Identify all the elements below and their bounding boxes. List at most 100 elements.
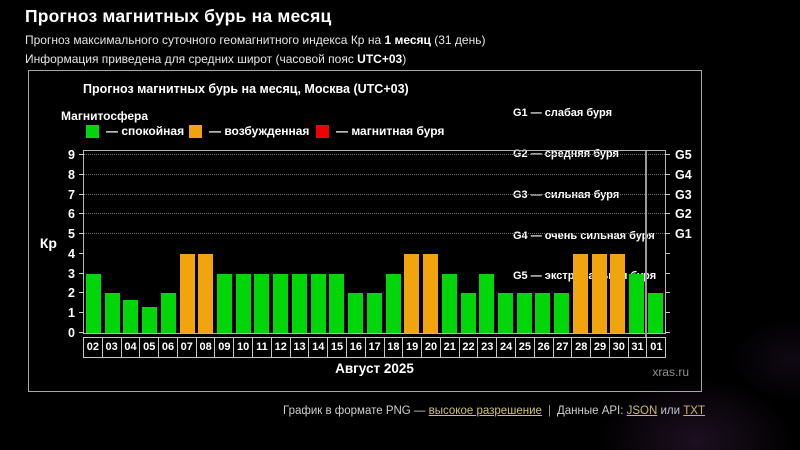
bar-slot — [384, 151, 403, 333]
y-tick — [665, 312, 670, 313]
kp-bar-day-09 — [217, 274, 232, 333]
bar-slot — [271, 151, 290, 333]
y-tick-label: 5 — [68, 227, 75, 241]
legend-item-quiet: — спокойная — [86, 124, 184, 138]
kp-bar-day-15 — [329, 274, 344, 333]
subtitle2-bold: UTC+03 — [357, 52, 402, 66]
kp-bar-day-29 — [592, 254, 607, 333]
day-label-04: 04 — [121, 337, 141, 358]
high-resolution-link[interactable]: высокое разрешение — [429, 405, 542, 417]
day-label-27: 27 — [553, 337, 573, 358]
y-tick — [665, 233, 670, 234]
bar-slot — [421, 151, 440, 333]
day-label-10: 10 — [233, 337, 253, 358]
bar-slot — [496, 151, 515, 333]
bar-slot — [402, 151, 421, 333]
footer-or-text: или — [657, 405, 683, 417]
day-label-15: 15 — [327, 337, 347, 358]
page-subtitle-forecast: Прогноз максимального суточного геомагни… — [25, 33, 485, 47]
y-tick — [79, 154, 84, 155]
g-scale-label: G2 — [675, 207, 692, 221]
kp-bar-day-04 — [123, 300, 138, 333]
subtitle1-bold: 1 месяц — [384, 33, 430, 47]
forecast-chart: Прогноз магнитных бурь на месяц, Москва … — [28, 70, 702, 392]
subtitle1-suffix: (31 день) — [431, 33, 486, 47]
y-tick — [665, 194, 670, 195]
kp-bar-day-22 — [461, 293, 476, 333]
quiet-swatch-icon — [86, 125, 99, 138]
y-tick — [665, 253, 670, 254]
bar-slot — [346, 151, 365, 333]
y-tick-label: 1 — [68, 306, 75, 320]
day-label-21: 21 — [440, 337, 460, 358]
y-tick — [79, 174, 84, 175]
kp-bar-day-24 — [498, 293, 513, 333]
y-tick — [665, 273, 670, 274]
storm-swatch-icon — [316, 125, 329, 138]
day-label-17: 17 — [365, 337, 385, 358]
day-label-19: 19 — [402, 337, 422, 358]
day-label-12: 12 — [271, 337, 291, 358]
bar-slot — [627, 151, 646, 333]
excited-swatch-icon — [189, 125, 202, 138]
legend-item-storm: — магнитная буря — [316, 124, 444, 138]
y-tick — [79, 332, 84, 333]
subtitle2-suffix: ) — [402, 52, 406, 66]
bar-slot — [609, 151, 628, 333]
kp-bar-day-13 — [292, 274, 307, 333]
day-label-30: 30 — [609, 337, 629, 358]
y-tick-label: 0 — [68, 326, 75, 340]
legend-item-excited: — возбужденная — [189, 124, 309, 138]
day-label-06: 06 — [158, 337, 178, 358]
bar-slot — [440, 151, 459, 333]
page-title: Прогноз магнитных бурь на месяц — [25, 6, 332, 27]
y-axis-title: Кр — [40, 235, 57, 251]
day-label-09: 09 — [214, 337, 234, 358]
bar-slot — [309, 151, 328, 333]
bar-slot — [178, 151, 197, 333]
bar-slot — [459, 151, 478, 333]
bar-slot — [515, 151, 534, 333]
day-label-01: 01 — [646, 337, 666, 358]
x-axis-day-labels: 0203040506070809101112131415161718192021… — [83, 337, 666, 358]
day-label-25: 25 — [515, 337, 535, 358]
subtitle2-text: Информация приведена для средних широт (… — [25, 52, 357, 66]
kp-bar-day-05 — [142, 307, 157, 333]
bar-slot — [103, 151, 122, 333]
kp-bar-day-20 — [423, 254, 438, 333]
legend-title: Магнитосфера — [61, 109, 148, 123]
legend-label-quiet: — спокойная — [106, 124, 184, 138]
kp-bar-day-16 — [348, 293, 363, 333]
day-label-08: 08 — [196, 337, 216, 358]
g-scale-label: G1 — [675, 227, 692, 241]
day-label-11: 11 — [252, 337, 272, 358]
kp-bar-day-25 — [517, 293, 532, 333]
y-tick — [79, 233, 84, 234]
day-label-23: 23 — [477, 337, 497, 358]
g-scale-label: G4 — [675, 168, 692, 182]
watermark: xras.ru — [652, 365, 689, 379]
day-label-14: 14 — [308, 337, 328, 358]
g1-legend-line: G1 — слабая буря — [513, 107, 656, 121]
kp-bar-day-19 — [404, 254, 419, 333]
bar-slot — [552, 151, 571, 333]
bar-slot — [646, 151, 665, 333]
bar-slot — [253, 151, 272, 333]
chart-title: Прогноз магнитных бурь на месяц, Москва … — [83, 82, 409, 96]
kp-bar-day-12 — [273, 274, 288, 333]
g-scale-label: G3 — [675, 188, 692, 202]
json-link[interactable]: JSON — [627, 405, 658, 417]
footer-separator: | — [542, 405, 557, 417]
kp-bar-day-07 — [180, 254, 195, 333]
y-tick-label: 4 — [68, 247, 75, 261]
y-tick — [79, 253, 84, 254]
y-tick — [79, 213, 84, 214]
plot-area: Кр 012345G16G27G38G49G5 — [83, 150, 666, 334]
page-subtitle-timezone: Информация приведена для средних широт (… — [25, 52, 406, 66]
y-tick — [665, 292, 670, 293]
kp-bar-day-01 — [648, 293, 663, 333]
bar-slot — [571, 151, 590, 333]
kp-bar-day-10 — [236, 274, 251, 333]
txt-link[interactable]: TXT — [683, 405, 705, 417]
y-tick — [79, 194, 84, 195]
